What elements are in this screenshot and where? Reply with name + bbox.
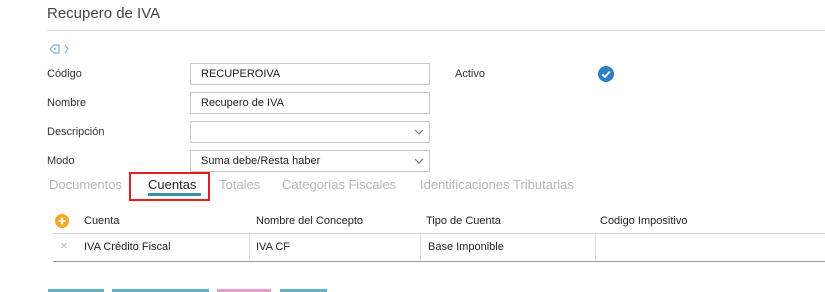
modo-select[interactable]: Suma debe/Resta haber [190,150,430,172]
modo-value: Suma debe/Resta haber [201,155,321,167]
column-header-nombre-concepto[interactable]: Nombre del Concepto [256,209,363,233]
nombre-input[interactable]: Recupero de IVA [190,92,430,114]
add-circle-icon[interactable] [55,214,69,228]
activo-label: Activo [455,68,485,80]
annotation-highlight [129,172,210,201]
column-divider [420,234,421,261]
chevron-down-icon [414,124,424,138]
descripcion-label: Descripción [47,126,105,138]
tag-icon[interactable] [48,42,69,56]
title-divider [47,30,825,31]
table-row[interactable]: ✕ IVA Crédito Fiscal IVA CF Base Imponib… [53,234,825,262]
tab-totales[interactable]: Totales [219,177,260,192]
column-header-cuenta[interactable]: Cuenta [84,209,119,233]
tab-documentos[interactable]: Documentos [49,177,122,192]
modo-label: Modo [47,155,75,167]
cell-tipo: Base Imponible [428,241,504,253]
cell-cuenta: IVA Crédito Fiscal [84,241,171,253]
column-header-codigo-impositivo[interactable]: Codigo Impositivo [600,209,687,233]
chevron-down-icon [414,153,424,167]
codigo-label: Código [47,68,82,80]
tab-categorias-fiscales[interactable]: Categorias Fiscales [282,177,396,192]
page-title: Recupero de IVA [47,5,161,22]
column-header-tipo-cuenta[interactable]: Tipo de Cuenta [426,209,501,233]
column-divider [249,234,250,261]
column-divider [595,234,596,261]
check-circle-icon[interactable] [598,66,614,82]
chevron-right-icon [64,44,69,54]
nombre-label: Nombre [47,97,87,109]
remove-icon[interactable]: ✕ [57,240,71,254]
codigo-input[interactable]: RECUPEROIVA [190,63,430,85]
cell-concepto: IVA CF [256,241,291,253]
grid-header: Cuenta Nombre del Concepto Tipo de Cuent… [53,209,825,234]
descripcion-select[interactable] [190,121,430,143]
tab-identificaciones-tributarias[interactable]: Identificaciones Tributarias [420,177,574,192]
